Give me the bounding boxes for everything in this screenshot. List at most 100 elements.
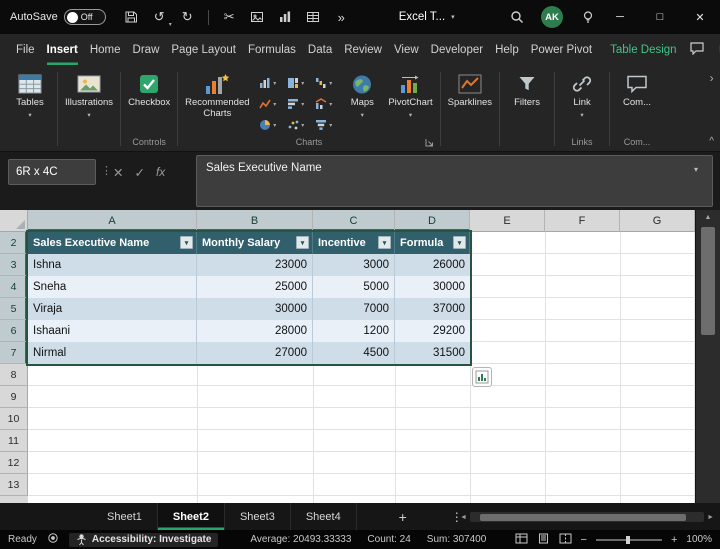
page-layout-view-button[interactable] [537,533,550,547]
sheet-tab-sheet4[interactable]: Sheet4 [291,503,357,530]
menu-home[interactable]: Home [90,34,121,65]
cell-c7[interactable]: 4500 [313,342,395,364]
menu-help[interactable]: Help [495,34,519,65]
menu-formulas[interactable]: Formulas [248,34,296,65]
pivotchart-button[interactable]: PivotChart ▾ [385,67,435,119]
checkbox-button[interactable]: Checkbox [125,67,173,109]
quick-access-overflow-button[interactable]: » [329,5,354,30]
zoom-level[interactable]: 100% [686,534,712,545]
status-count[interactable]: Count: 24 [367,534,410,545]
cell-c3[interactable]: 3000 [313,254,395,276]
cell-a4[interactable]: Sneha [28,276,197,298]
cell-b4[interactable]: 25000 [197,276,313,298]
cell-c4[interactable]: 5000 [313,276,395,298]
tables-button[interactable]: Tables ▾ [7,67,53,119]
column-header-b[interactable]: B [197,210,313,232]
filters-button[interactable]: Filters [504,67,550,109]
cell-b5[interactable]: 30000 [197,298,313,320]
accessibility-status[interactable]: Accessibility: Investigate [68,532,219,547]
autosave-switch[interactable]: Off [63,9,106,25]
row-header-4[interactable]: 4 [0,276,28,298]
cancel-button[interactable]: ✕ [113,165,123,180]
ribbon-scroll-right-button[interactable]: › [710,71,714,85]
name-box[interactable]: 6R x 4C [8,159,96,185]
zoom-slider[interactable] [595,535,662,544]
scroll-left-icon[interactable]: ◄ [460,514,467,521]
app-title[interactable]: Excel T... ▾ [399,11,455,23]
column-chart-button[interactable]: ▾ [254,73,281,93]
chart-button[interactable] [273,5,298,30]
cell-b6[interactable]: 28000 [197,320,313,342]
row-header-12[interactable]: 12 [0,452,28,474]
row-header-13[interactable]: 13 [0,474,28,496]
sheet-tab-sheet1[interactable]: Sheet1 [92,503,158,530]
comments-button[interactable] [689,41,705,58]
table-header-cell[interactable]: Formula ▾ [395,232,470,254]
menu-page-layout[interactable]: Page Layout [171,34,236,65]
autosave-toggle[interactable]: AutoSave Off [10,9,106,25]
maps-button[interactable]: Maps ▾ [339,67,385,119]
column-header-e[interactable]: E [470,210,545,232]
row-header-9[interactable]: 9 [0,386,28,408]
macro-record-button[interactable] [47,532,59,547]
search-button[interactable] [504,5,529,30]
cell-b3[interactable]: 23000 [197,254,313,276]
row-header-6[interactable]: 6 [0,320,28,342]
menu-table-design[interactable]: Table Design [610,34,676,65]
treemap-chart-button[interactable]: ▾ [282,73,309,93]
add-sheet-button[interactable]: + [387,509,419,525]
combo-chart-button[interactable]: ▾ [310,94,337,114]
undo-button[interactable]: ↺ ▾ [147,5,172,30]
cell-a6[interactable]: Ishaani [28,320,197,342]
menu-data[interactable]: Data [308,34,332,65]
recommended-charts-button[interactable]: Recommended Charts [182,67,252,119]
menu-file[interactable]: File [16,34,35,65]
sparklines-button[interactable]: Sparklines [445,67,495,109]
close-button[interactable]: ✕ [680,0,720,34]
cell-b7[interactable]: 27000 [197,342,313,364]
row-header-5[interactable]: 5 [0,298,28,320]
column-header-c[interactable]: C [313,210,395,232]
menu-review[interactable]: Review [344,34,382,65]
picture-button[interactable] [245,5,270,30]
illustrations-button[interactable]: Illustrations ▾ [62,67,116,119]
vertical-scrollbar-thumb[interactable] [701,227,715,335]
page-break-view-button[interactable] [559,533,572,547]
select-all-corner[interactable] [0,210,28,232]
zoom-out-button[interactable]: − [581,534,587,546]
cut-button[interactable]: ✂ [217,5,242,30]
row-header-10[interactable]: 10 [0,408,28,430]
column-header-a[interactable]: A [28,210,197,232]
status-sum[interactable]: Sum: 307400 [427,534,487,545]
row-header-3[interactable]: 3 [0,254,28,276]
scroll-up-icon[interactable]: ▲ [696,210,720,225]
cell-c5[interactable]: 7000 [313,298,395,320]
row-header-8[interactable]: 8 [0,364,28,386]
filter-button[interactable]: ▾ [453,236,466,249]
normal-view-button[interactable] [515,533,528,547]
filter-button[interactable]: ▾ [180,236,193,249]
zoom-slider-thumb[interactable] [625,535,630,544]
excel-table[interactable]: Sales Executive Name ▾ Monthly Salary ▾ In… [26,230,472,366]
cell-d6[interactable]: 29200 [395,320,470,342]
cell-c6[interactable]: 1200 [313,320,395,342]
comment-ribbon-button[interactable]: Com... [614,67,660,109]
zoom-in-button[interactable]: + [671,534,677,546]
cells-button[interactable] [301,5,326,30]
ideas-button[interactable] [575,5,600,30]
filter-button[interactable]: ▾ [378,236,391,249]
scatter-chart-button[interactable]: ▾ [282,115,309,135]
line-chart-button[interactable]: ▾ [254,94,281,114]
cell-a7[interactable]: Nirmal [28,342,197,364]
redo-button[interactable]: ↻ [175,5,200,30]
horizontal-scrollbar[interactable]: ◄ ► [460,511,714,523]
bar-chart-button[interactable]: ▾ [282,94,309,114]
sheet-tab-sheet3[interactable]: Sheet3 [225,503,291,530]
table-header-cell[interactable]: Sales Executive Name ▾ [28,232,197,254]
row-header-11[interactable]: 11 [0,430,28,452]
status-average[interactable]: Average: 20493.33333 [250,534,351,545]
row-header-7[interactable]: 7 [0,342,28,364]
cell-d5[interactable]: 37000 [395,298,470,320]
sheet-tab-sheet2[interactable]: Sheet2 [157,503,225,530]
menu-insert[interactable]: Insert [47,34,78,65]
